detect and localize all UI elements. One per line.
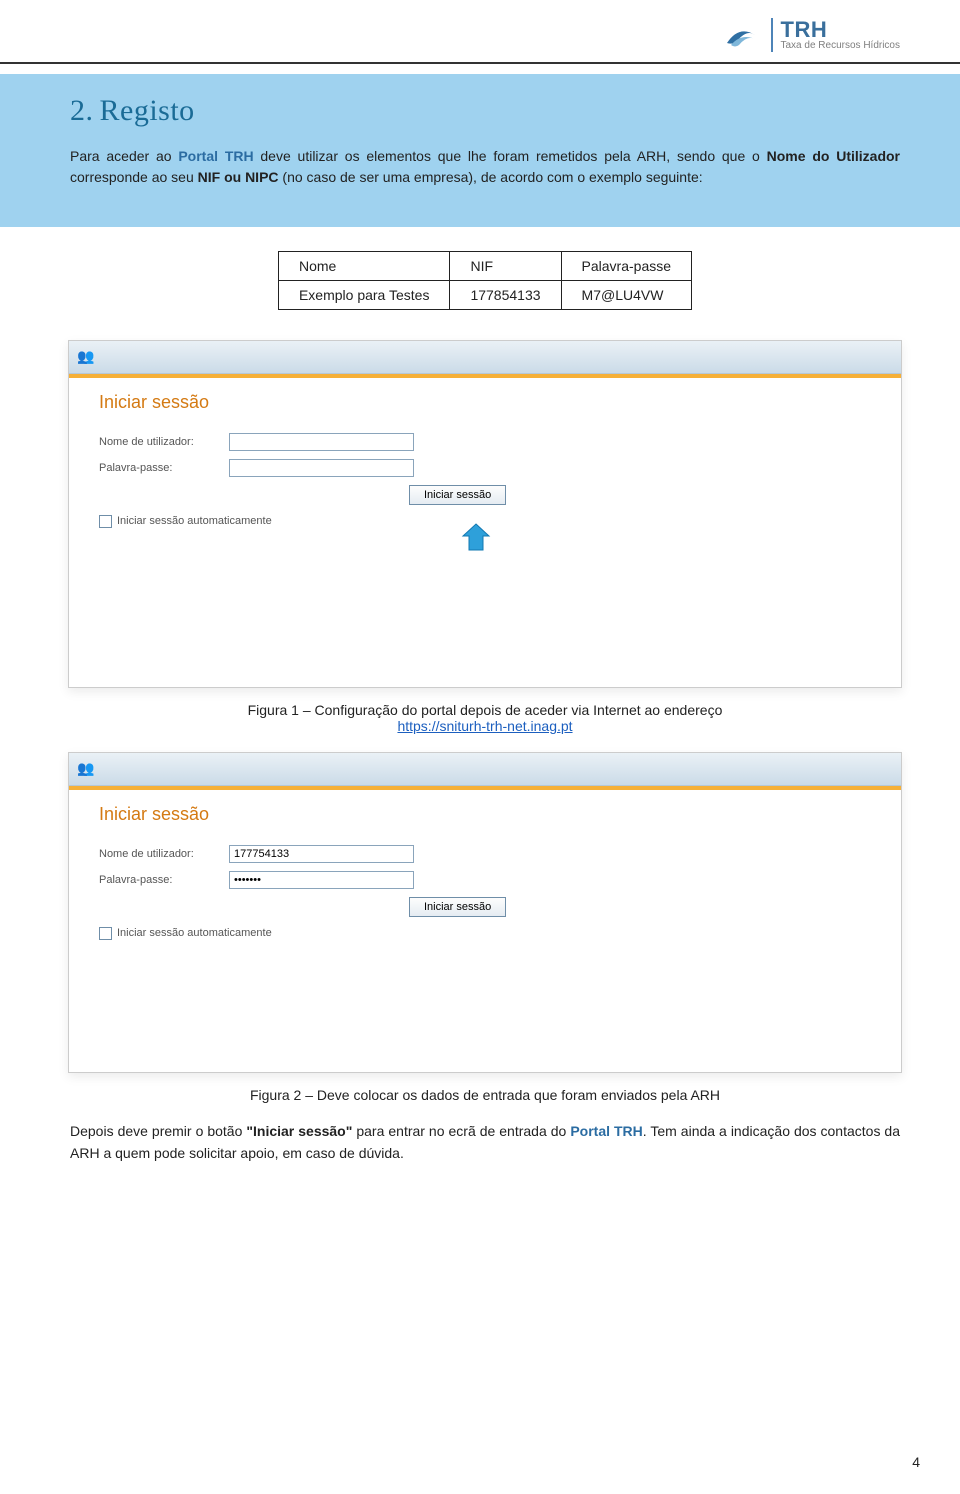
pass-label: Palavra-passe: bbox=[99, 462, 229, 474]
user-input[interactable] bbox=[229, 433, 414, 451]
user-label: Nome de utilizador: bbox=[99, 436, 229, 448]
logo-abbr: TRH bbox=[781, 18, 901, 41]
people-icon: 👥 bbox=[77, 348, 94, 365]
closing-paragraph: Depois deve premir o botão "Iniciar sess… bbox=[70, 1121, 900, 1164]
auto-login-label: Iniciar sessão automaticamente bbox=[117, 927, 272, 939]
intro-paragraph: Para aceder ao Portal TRH deve utilizar … bbox=[70, 146, 900, 189]
wave-icon bbox=[725, 21, 765, 49]
logo-subtitle: Taxa de Recursos Hídricos bbox=[781, 41, 901, 52]
login-panel-title: Iniciar sessão bbox=[99, 392, 871, 413]
auto-login-label: Iniciar sessão automaticamente bbox=[117, 515, 272, 527]
figure2-caption: Figura 2 – Deve colocar os dados de entr… bbox=[70, 1087, 900, 1103]
header-logo-bar: TRH Taxa de Recursos Hídricos bbox=[70, 18, 900, 52]
pass-label: Palavra-passe: bbox=[99, 874, 229, 886]
user-input[interactable] bbox=[229, 845, 414, 863]
header-divider bbox=[0, 62, 960, 64]
auto-login-checkbox[interactable] bbox=[99, 515, 112, 528]
screenshot-1: 👥 Iniciar sessão Nome de utilizador: Pal… bbox=[68, 340, 902, 688]
trh-logo: TRH Taxa de Recursos Hídricos bbox=[725, 18, 901, 52]
pass-input[interactable] bbox=[229, 459, 414, 477]
pass-input[interactable] bbox=[229, 871, 414, 889]
example-table: Nome NIF Palavra-passe Exemplo para Test… bbox=[278, 251, 692, 310]
table-row: Exemplo para Testes 177854133 M7@LU4VW bbox=[278, 280, 691, 309]
screenshot-2: 👥 Iniciar sessão Nome de utilizador: Pal… bbox=[68, 752, 902, 1073]
people-icon: 👥 bbox=[77, 760, 94, 777]
auto-login-checkbox[interactable] bbox=[99, 927, 112, 940]
section-band: 2.Registo Para aceder ao Portal TRH deve… bbox=[0, 74, 960, 227]
login-button[interactable]: Iniciar sessão bbox=[409, 485, 506, 505]
login-panel-title: Iniciar sessão bbox=[99, 804, 871, 825]
table-row: Nome NIF Palavra-passe bbox=[278, 251, 691, 280]
figure1-link[interactable]: https://sniturh-trh-net.inag.pt bbox=[397, 718, 572, 734]
login-button[interactable]: Iniciar sessão bbox=[409, 897, 506, 917]
section-heading: 2.Registo bbox=[70, 94, 900, 128]
arrow-up-icon bbox=[459, 522, 871, 555]
figure1-caption: Figura 1 – Configuração do portal depois… bbox=[70, 702, 900, 734]
page-number: 4 bbox=[912, 1454, 920, 1470]
user-label: Nome de utilizador: bbox=[99, 848, 229, 860]
